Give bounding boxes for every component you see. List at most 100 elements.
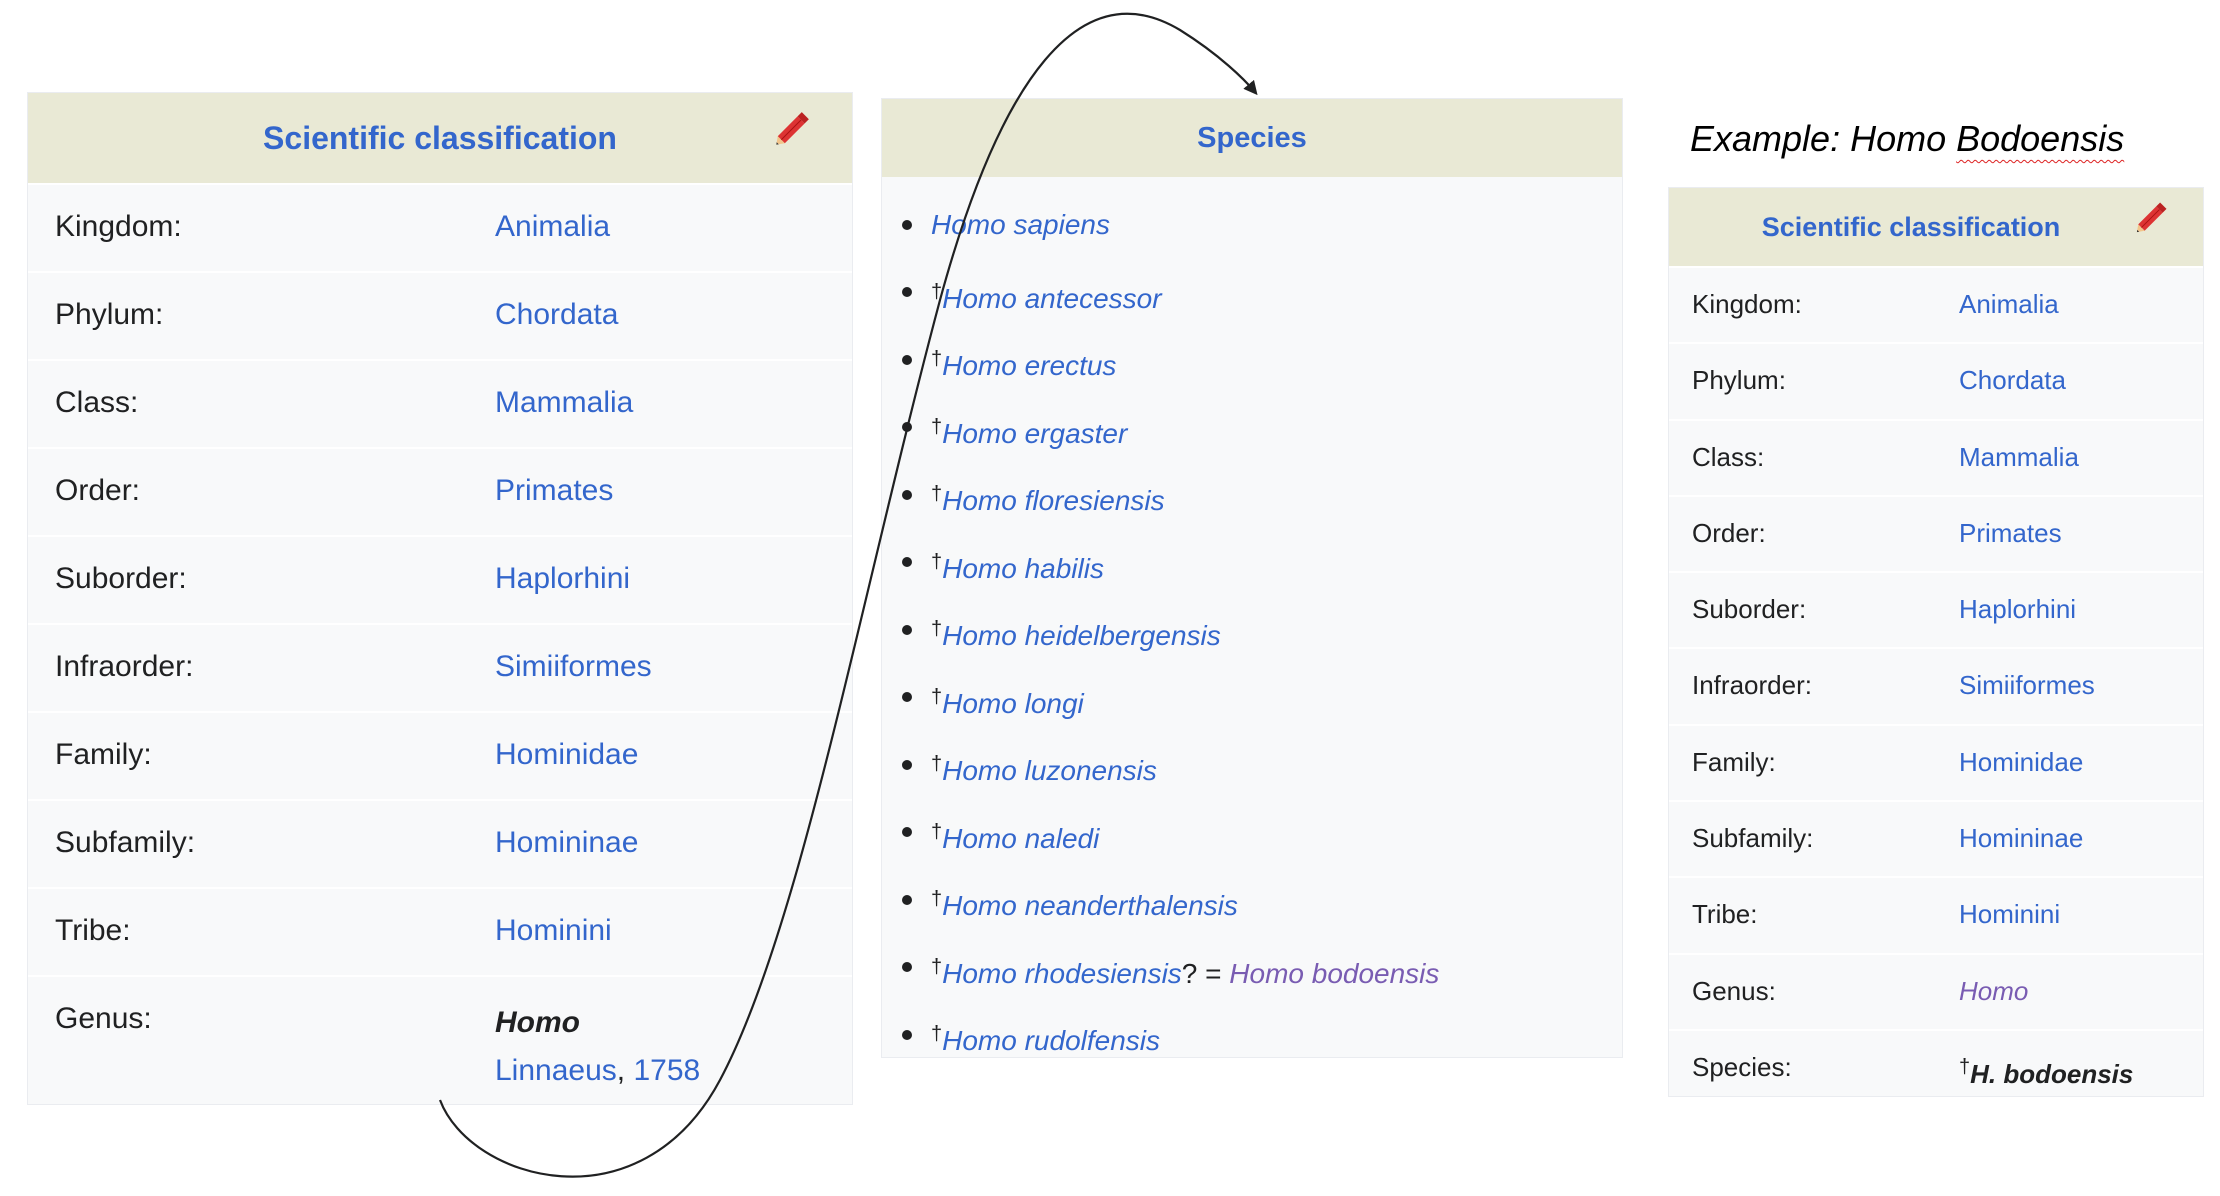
classification-row-tribe: Tribe: Hominini <box>1669 876 2203 952</box>
taxon-link[interactable]: Hominidae <box>1959 747 2083 777</box>
taxon-link[interactable]: Animalia <box>495 210 610 243</box>
species-link[interactable]: Homo longi <box>942 688 1084 719</box>
species-list-item: †Homo floresiensis <box>882 461 1622 529</box>
extinct-dagger-icon: † <box>931 753 943 775</box>
species-header: Species <box>882 99 1622 177</box>
row-label: Family: <box>1692 746 1776 777</box>
classification-row-tribe: Tribe: Hominini <box>28 887 852 975</box>
species-link[interactable]: Homo naledi <box>942 823 1099 854</box>
classification-row-class: Class: Mammalia <box>1669 418 2203 495</box>
species-synonym-link[interactable]: Homo bodoensis <box>1229 958 1439 989</box>
genus-link[interactable]: Homo <box>1959 976 2028 1006</box>
example-underlined-word: Bodoensis <box>1956 118 2125 159</box>
taxon-link[interactable]: Simiiformes <box>495 650 652 683</box>
row-label: Kingdom: <box>1692 289 1802 319</box>
species-list-item: †Homo naledi <box>882 799 1622 867</box>
species-list-item: †Homo rhodesiensis? = Homo bodoensis <box>882 934 1622 1002</box>
species-link[interactable]: Homo heidelbergensis <box>942 620 1221 651</box>
extinct-dagger-icon: † <box>931 348 943 370</box>
classification-box-right: Scientific classification Kingdom: Animal… <box>1668 187 2204 1097</box>
row-label: Order: <box>1692 517 1766 548</box>
taxon-link[interactable]: Hominini <box>1959 899 2060 929</box>
bullet-icon <box>902 692 912 703</box>
extinct-dagger-icon: † <box>931 550 943 573</box>
extinct-dagger-icon: † <box>931 955 943 978</box>
classification-row-suborder: Suborder: Haplorhini <box>1669 571 2203 647</box>
classification-row-order: Order: Primates <box>28 447 852 535</box>
taxon-link[interactable]: Homininae <box>1959 823 2083 853</box>
classification-row-infraorder: Infraorder: Simiiformes <box>28 623 852 711</box>
extinct-dagger-icon: † <box>931 618 943 640</box>
taxon-link[interactable]: Mammalia <box>1959 442 2079 472</box>
row-label: Class: <box>55 386 139 419</box>
species-link[interactable]: Homo sapiens <box>931 209 1110 240</box>
extinct-dagger-icon: † <box>931 820 943 843</box>
taxon-link[interactable]: Homininae <box>495 826 638 859</box>
species-list-item: †Homo longi <box>882 664 1622 732</box>
extinct-dagger-icon: † <box>931 483 943 505</box>
pencil-icon[interactable] <box>772 93 816 183</box>
row-label: Genus: <box>55 1002 152 1035</box>
species-link[interactable]: Homo luzonensis <box>942 755 1157 786</box>
genus-value: Homo Linnaeus, 1758 <box>495 977 700 1100</box>
extinct-dagger-icon: † <box>931 685 943 708</box>
species-list-item: †Homo neanderthalensis <box>882 866 1622 934</box>
row-label: Phylum: <box>1692 365 1786 396</box>
row-label: Tribe: <box>55 914 131 947</box>
species-title: Species <box>1197 122 1307 154</box>
bullet-icon <box>902 219 912 230</box>
example-prefix: Example: Homo <box>1690 118 1957 159</box>
classification-row-species: Species: †H. bodoensis <box>1669 1028 2203 1096</box>
row-label: Species: <box>1692 1051 1792 1082</box>
genus-name: Homo <box>495 1006 580 1039</box>
taxon-link[interactable]: Simiiformes <box>1959 670 2095 700</box>
classification-row-family: Family: Hominidae <box>28 711 852 799</box>
species-list: Homo sapiens †Homo antecessor †Homo erectu… <box>882 177 1622 1057</box>
species-list-item: †Homo luzonensis <box>882 731 1622 799</box>
species-list-item: †Homo antecessor <box>882 259 1622 327</box>
extinct-dagger-icon: † <box>931 280 943 303</box>
taxon-link[interactable]: Mammalia <box>495 386 633 419</box>
species-box: Species Homo sapiens †Homo antecessor †Hom… <box>881 98 1623 1058</box>
genus-year-link[interactable]: 1758 <box>633 1054 700 1087</box>
taxon-link[interactable]: Haplorhini <box>495 562 630 595</box>
row-label: Family: <box>55 738 152 771</box>
genus-author-link[interactable]: Linnaeus <box>495 1054 617 1087</box>
taxon-link[interactable]: Primates <box>1959 518 2062 548</box>
row-label: Subfamily: <box>55 826 196 859</box>
taxon-link[interactable]: Hominidae <box>495 738 638 771</box>
bullet-icon <box>902 827 912 838</box>
species-link[interactable]: Homo rudolfensis <box>942 1025 1160 1056</box>
taxon-link[interactable]: Primates <box>495 474 613 507</box>
classification-row-kingdom: Kingdom: Animalia <box>28 183 852 271</box>
row-label: Tribe: <box>1692 899 1758 930</box>
classification-row-phylum: Phylum: Chordata <box>28 271 852 359</box>
species-link[interactable]: Homo rhodesiensis <box>942 958 1182 989</box>
classification-title-link[interactable]: Scientific classification <box>263 120 617 156</box>
bullet-icon <box>902 557 912 568</box>
taxon-link[interactable]: Chordata <box>1959 365 2066 395</box>
taxon-link[interactable]: Animalia <box>1959 289 2059 319</box>
taxon-link[interactable]: Chordata <box>495 298 618 331</box>
classification-title-link[interactable]: Scientific classification <box>1762 212 2061 242</box>
species-link[interactable]: Homo erectus <box>942 350 1116 381</box>
classification-row-subfamily: Subfamily: Homininae <box>28 799 852 887</box>
extinct-dagger-icon: † <box>931 1023 943 1045</box>
classification-row-order: Order: Primates <box>1669 494 2203 571</box>
classification-row-class: Class: Mammalia <box>28 359 852 447</box>
species-link[interactable]: Homo ergaster <box>942 418 1127 449</box>
species-link[interactable]: Homo floresiensis <box>942 485 1165 516</box>
species-link[interactable]: Homo neanderthalensis <box>942 890 1238 921</box>
species-link[interactable]: Homo habilis <box>942 553 1104 584</box>
pencil-icon[interactable] <box>2133 188 2173 266</box>
classification-row-suborder: Suborder: Haplorhini <box>28 535 852 623</box>
bullet-icon <box>902 962 912 973</box>
taxon-link[interactable]: Hominini <box>495 914 612 947</box>
bullet-icon <box>902 287 912 298</box>
species-link[interactable]: Homo antecessor <box>942 283 1161 314</box>
classification-row-phylum: Phylum: Chordata <box>1669 342 2203 418</box>
taxon-link[interactable]: Haplorhini <box>1959 594 2076 624</box>
row-label: Suborder: <box>55 562 187 595</box>
classification-header: Scientific classification <box>1669 188 2203 266</box>
classification-box-left: Scientific classification Kingdom: Animal… <box>27 92 853 1105</box>
